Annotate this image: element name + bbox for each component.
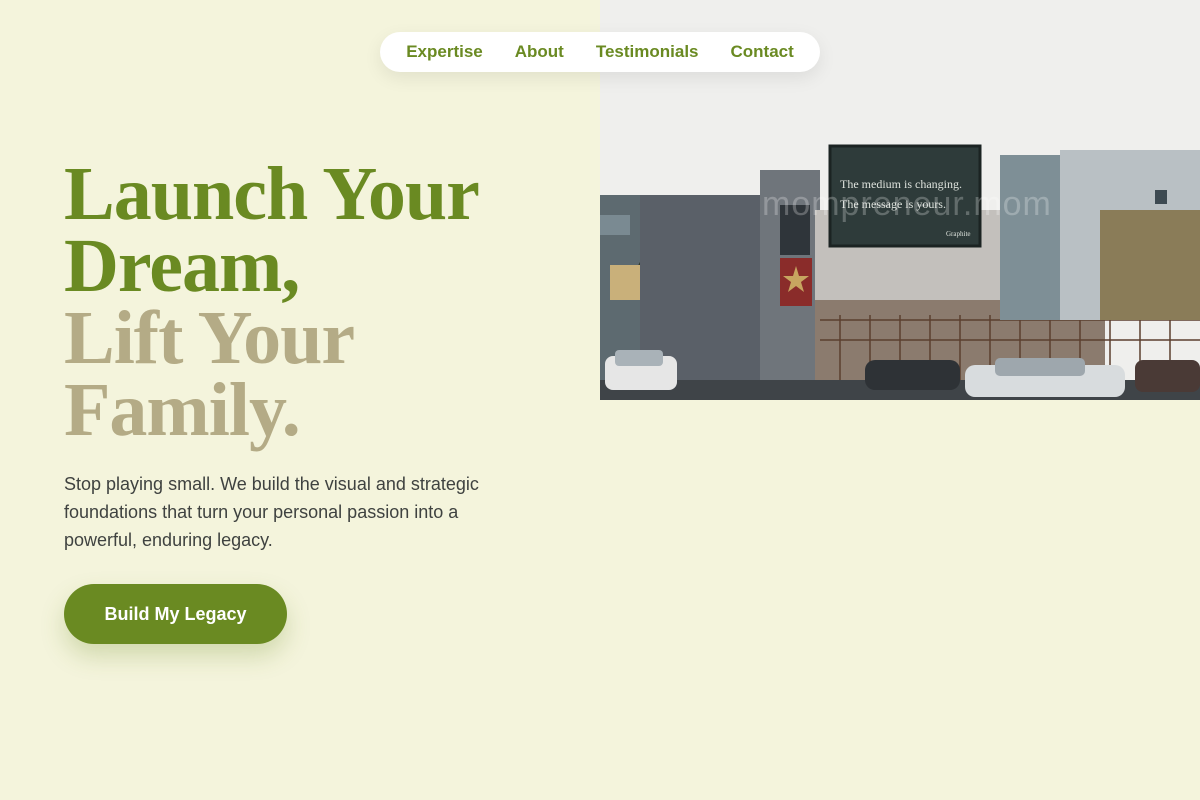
headline-line-2: Dream, [64, 224, 300, 308]
headline-line-4: Family. [64, 368, 301, 452]
headline-line-1: Launch Your [64, 152, 480, 236]
nav-link-testimonials[interactable]: Testimonials [596, 42, 699, 62]
hero-section: Launch Your Dream, Lift Your Family. Sto… [64, 152, 584, 554]
build-my-legacy-button[interactable]: Build My Legacy [64, 584, 287, 644]
nav-link-expertise[interactable]: Expertise [406, 42, 483, 62]
nav-link-about[interactable]: About [515, 42, 564, 62]
nav-link-contact[interactable]: Contact [731, 42, 794, 62]
watermark-text: mompreneur.mom [762, 185, 1052, 223]
billboard-brand: Graphite [946, 230, 971, 238]
hero-headline: Launch Your Dream, Lift Your Family. [64, 152, 584, 452]
top-nav: Expertise About Testimonials Contact [380, 32, 820, 72]
headline-line-3: Lift Your [64, 296, 355, 380]
hero-subtitle: Stop playing small. We build the visual … [64, 474, 479, 550]
